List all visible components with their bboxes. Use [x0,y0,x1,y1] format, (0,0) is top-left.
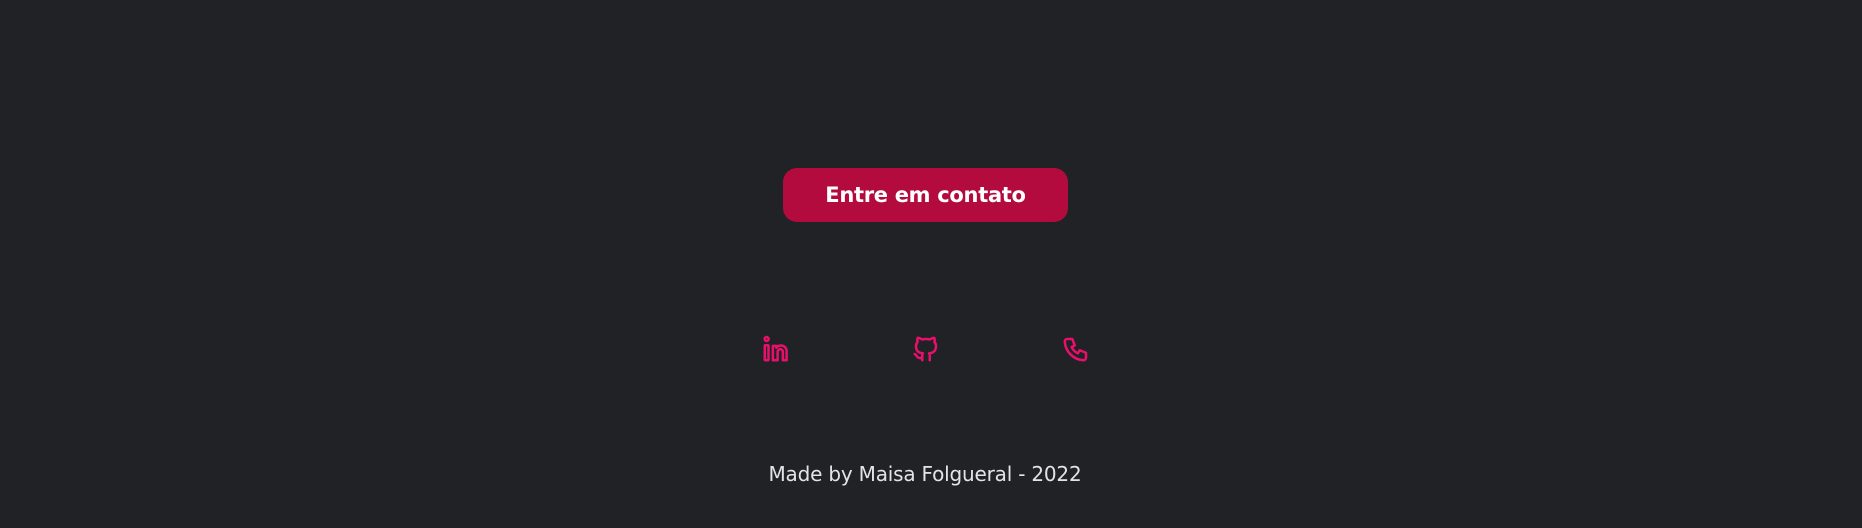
github-link[interactable] [910,333,942,365]
phone-link[interactable] [1060,333,1092,365]
github-icon [913,336,938,362]
contact-button[interactable]: Entre em contato [783,168,1068,222]
linkedin-icon [763,335,788,362]
phone-icon [1063,337,1088,362]
linkedin-link[interactable] [760,333,792,365]
footer-credit: Made by Maisa Folgueral - 2022 [768,462,1082,486]
